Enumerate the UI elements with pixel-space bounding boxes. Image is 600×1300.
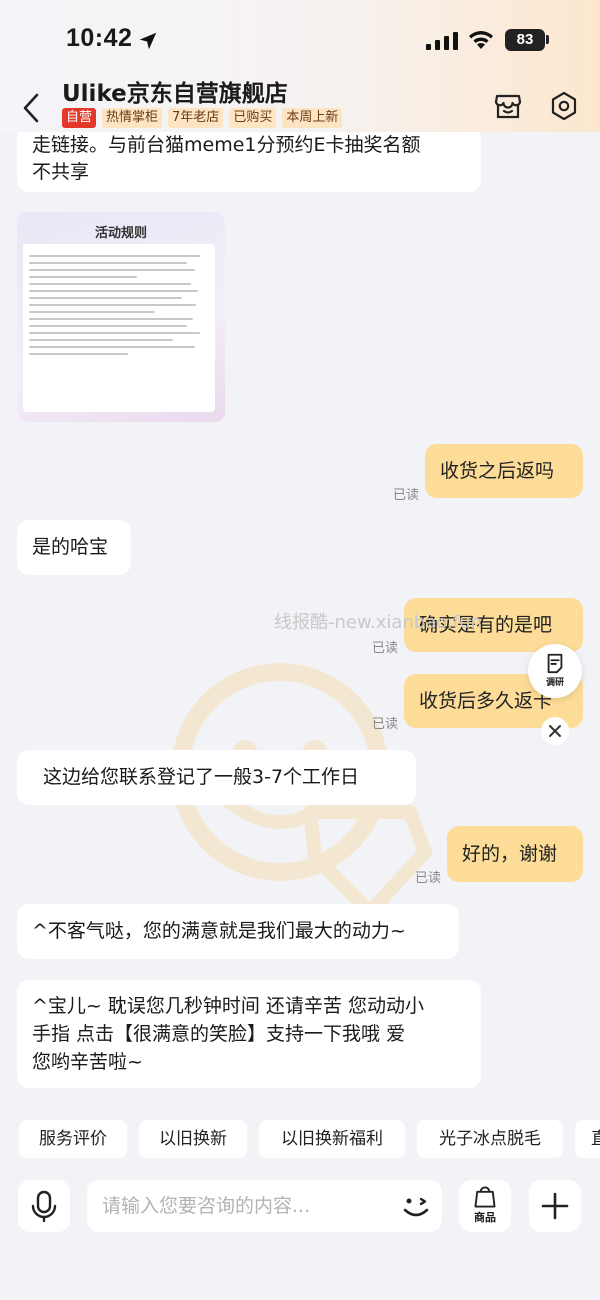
status-time: 10:42: [66, 24, 133, 52]
store-tags: 自营 热情掌柜 7年老店 已购买 本周上新: [62, 108, 343, 128]
microphone-icon: [31, 1190, 57, 1223]
settings-icon[interactable]: [550, 91, 578, 121]
location-arrow-icon: [139, 32, 157, 50]
read-receipt: 已读: [415, 871, 442, 886]
tag-new-this-week: 本周上新: [282, 108, 343, 128]
activity-rules-image[interactable]: 活动规则: [17, 212, 225, 422]
goods-button[interactable]: 商品: [459, 1180, 511, 1232]
close-icon: [549, 725, 561, 737]
battery-indicator: 83: [505, 29, 545, 51]
message-text: 收货后多久返卡: [419, 690, 553, 712]
message-bubble-me: 收货之后返吗: [425, 444, 583, 498]
quick-reply-chip[interactable]: 以旧换新福利: [259, 1120, 405, 1158]
tag-store-age: 7年老店: [168, 108, 224, 128]
quick-reply-bar: 服务评价 以旧换新 以旧换新福利 光子冰点脱毛 直: [0, 1120, 600, 1158]
wifi-icon: [469, 31, 493, 49]
more-actions-button[interactable]: [529, 1180, 581, 1232]
message-text: 是的哈宝: [32, 536, 109, 558]
quick-reply-chip[interactable]: 直: [575, 1120, 600, 1158]
rule-image-body: [23, 244, 215, 412]
message-text: 走链接。与前台猫meme1分预约E卡抽奖名额: [32, 134, 421, 156]
message-bubble-shop: 这边给您联系登记了一般3-7个工作日: [17, 750, 416, 805]
goods-label: 商品: [474, 1211, 496, 1224]
quick-reply-chip[interactable]: 以旧换新: [139, 1120, 247, 1158]
tag-self-operated: 自营: [62, 108, 97, 128]
battery-cap: [546, 35, 549, 44]
message-bubble-shop: ^不客气哒，您的满意就是我们最大的动力~: [17, 904, 459, 959]
message-bubble-shop: 走链接。与前台猫meme1分预约E卡抽奖名额 不共享: [17, 132, 481, 192]
survey-button[interactable]: 调研: [528, 644, 582, 698]
message-input[interactable]: [87, 1180, 442, 1232]
message-text: 不共享: [32, 161, 90, 183]
rule-image-title: 活动规则: [94, 226, 147, 241]
survey-label: 调研: [545, 678, 564, 688]
voice-input-button[interactable]: [18, 1180, 70, 1232]
cellular-signal-icon: [426, 32, 458, 50]
message-text: 您哟辛苦啦~: [32, 1051, 143, 1073]
message-bubble-me: 好的，谢谢: [447, 826, 583, 882]
message-text: ^不客气哒，您的满意就是我们最大的动力~: [32, 920, 406, 942]
tag-warm-owner: 热情掌柜: [102, 108, 163, 128]
quick-reply-chip[interactable]: 服务评价: [19, 1120, 127, 1158]
read-receipt: 已读: [393, 488, 420, 503]
message-text: 收货之后返吗: [440, 460, 555, 482]
read-receipt: 已读: [372, 717, 399, 732]
message-text: 这边给您联系登记了一般3-7个工作日: [43, 766, 360, 788]
message-bubble-shop: ^宝儿~ 耽误您几秒钟时间 还请辛苦 您动动小 手指 点击【很满意的笑脸】支持一…: [17, 980, 481, 1088]
store-icon[interactable]: [494, 92, 522, 120]
quick-reply-chip[interactable]: 光子冰点脱毛: [417, 1120, 563, 1158]
chat-header: 10:42 83 Ulike京东自营旗舰店 自营 热情掌柜 7年老店 已购买 本…: [0, 0, 600, 132]
watermark-text: 线报酷-new.xianbao.fun: [274, 612, 482, 633]
survey-close-button[interactable]: [541, 717, 569, 745]
message-text: 好的，谢谢: [462, 843, 558, 865]
survey-doc-icon: [547, 653, 563, 674]
read-receipt: 已读: [372, 641, 399, 656]
plus-icon: [541, 1192, 569, 1220]
message-text: ^宝儿~ 耽误您几秒钟时间 还请辛苦 您动动小: [32, 995, 424, 1017]
chat-area[interactable]: 走链接。与前台猫meme1分预约E卡抽奖名额 不共享 活动规则 已读 收货之后返…: [0, 132, 600, 1112]
store-title[interactable]: Ulike京东自营旗舰店: [62, 74, 288, 108]
shopping-bag-icon: [474, 1186, 496, 1208]
tag-purchased: 已购买: [229, 108, 277, 128]
message-bubble-shop: 是的哈宝: [17, 520, 131, 575]
back-chevron-icon[interactable]: [20, 92, 44, 124]
message-text: 手指 点击【很满意的笑脸】支持一下我哦 爱: [32, 1023, 406, 1045]
emoji-icon[interactable]: [398, 1188, 434, 1224]
